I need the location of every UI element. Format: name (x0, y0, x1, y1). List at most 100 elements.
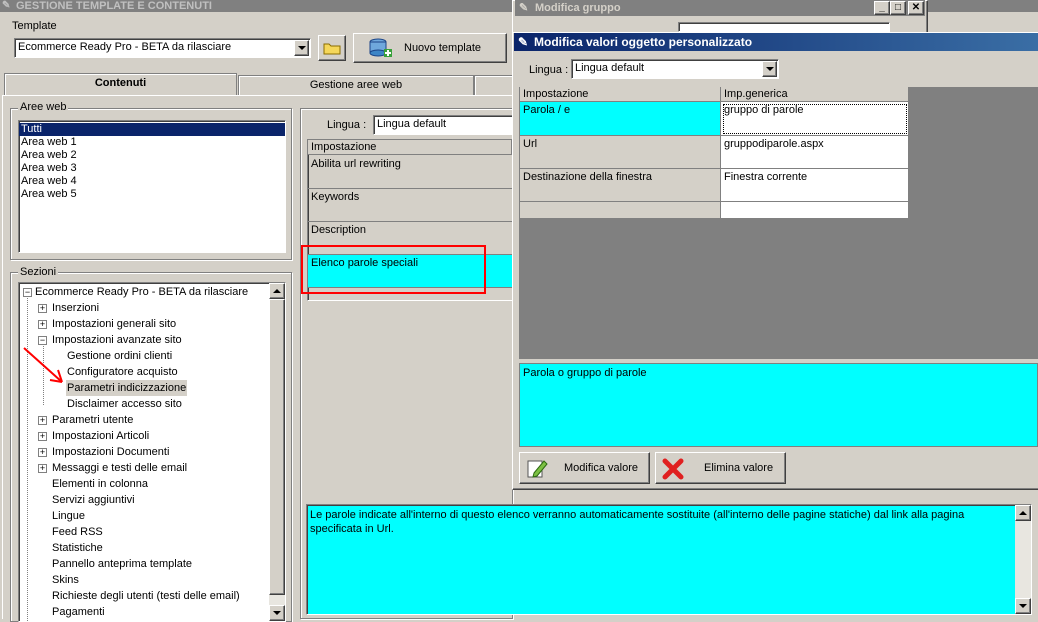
dialog-lingua-label: Lingua : (529, 64, 569, 76)
tree-item[interactable]: Configuratore acquisto (67, 364, 178, 380)
grid-cell-name[interactable]: Destinazione della finestra (520, 169, 721, 202)
tree-item[interactable]: Feed RSS (52, 524, 103, 540)
description-scrollbar[interactable] (1015, 505, 1031, 614)
open-folder-button[interactable] (318, 35, 346, 61)
grid-header: Impostazione (308, 140, 512, 155)
folder-icon (323, 43, 341, 55)
app-title: GESTIONE TEMPLATE E CONTENUTI (16, 0, 212, 12)
scroll-up-icon[interactable] (1015, 505, 1031, 521)
scroll-up-icon[interactable] (269, 283, 285, 299)
dialog-description[interactable]: Parola o gruppo di parole (519, 363, 1038, 447)
tree-item[interactable]: Pannello anteprima template (52, 556, 192, 572)
app-icon: ✎ (519, 2, 529, 14)
tree-item[interactable]: Impostazioni avanzate sito (52, 332, 182, 348)
tree-item[interactable]: Ecommerce Ready Pro - BETA da rilasciare (35, 284, 248, 300)
expand-icon[interactable]: + (38, 432, 47, 441)
tree-item[interactable]: Lingue (52, 508, 85, 524)
new-template-button[interactable]: Nuovo template (353, 33, 507, 63)
tree-item[interactable]: Parametri utente (52, 412, 133, 428)
edit-pencil-icon (527, 460, 548, 478)
expand-icon[interactable]: + (38, 416, 47, 425)
grid-row-label: Abilita url rewriting (311, 158, 401, 170)
new-template-label: Nuovo template (404, 42, 482, 54)
tab-gestione-aree-web[interactable]: Gestione aree web (238, 75, 474, 95)
list-item[interactable]: Area web 4 (19, 175, 285, 188)
tree-item-selected[interactable]: Parametri indicizzazione (66, 380, 188, 396)
delete-value-label: Elimina valore (704, 462, 774, 474)
modifica-valori-title: Modifica valori oggetto personalizzato (534, 35, 753, 49)
tree-item[interactable]: Pagamenti (52, 604, 105, 620)
dialog-lingua-select[interactable]: Lingua default (571, 59, 779, 79)
grid-cell-value[interactable]: gruppo di parole (721, 102, 909, 136)
lingua-label: Lingua : (327, 119, 367, 131)
list-item[interactable]: Area web 3 (19, 162, 285, 175)
expand-icon[interactable]: + (38, 304, 47, 313)
list-item[interactable]: Area web 1 (19, 136, 285, 149)
modifica-gruppo-title: Modifica gruppo (535, 2, 621, 14)
tree-item[interactable]: Elementi in colonna (52, 476, 148, 492)
grid-row-label: Description (311, 224, 367, 236)
dialog-description-text: Parola o gruppo di parole (523, 367, 647, 379)
tree-item[interactable]: Richieste degli utenti (testi delle emai… (52, 588, 240, 604)
tree-item[interactable]: Inserzioni (52, 300, 99, 316)
delete-x-icon (662, 458, 684, 480)
tree-item[interactable]: Impostazioni Documenti (52, 444, 169, 460)
tab-gestione-aree-web-label: Gestione aree web (309, 79, 403, 91)
chevron-down-icon[interactable] (294, 40, 309, 56)
modifica-valori-titlebar[interactable]: ✎ Modifica valori oggetto personalizzato (514, 33, 1038, 51)
list-item[interactable]: Area web 5 (19, 188, 285, 201)
tree-item[interactable]: Impostazioni Articoli (52, 428, 149, 444)
values-grid[interactable]: Impostazione Imp.generica Parola / e gru… (520, 87, 909, 219)
grid-cell-value[interactable]: Finestra corrente (721, 169, 909, 202)
description-textarea[interactable]: Le parole indicate all'interno di questo… (306, 504, 1032, 615)
tree-item[interactable]: Impostazioni generali sito (52, 316, 176, 332)
scroll-thumb[interactable] (269, 299, 285, 595)
modifica-gruppo-titlebar[interactable]: ✎ Modifica gruppo _ □ ✕ (515, 0, 925, 16)
aree-web-label: Aree web (18, 101, 69, 113)
list-item[interactable]: Area web 2 (19, 149, 285, 162)
expand-icon[interactable]: + (38, 320, 47, 329)
minimize-icon[interactable]: _ (874, 1, 890, 15)
expand-icon[interactable]: + (38, 464, 47, 473)
template-select-value: Ecommerce Ready Pro - BETA da rilasciare (18, 41, 232, 53)
grid-cell-value[interactable] (721, 202, 909, 219)
annotation-arrow-icon (23, 347, 63, 383)
grid-cell-name[interactable]: Parola / e (520, 102, 721, 136)
aree-web-list[interactable]: Tutti Area web 1 Area web 2 Area web 3 A… (18, 120, 286, 253)
sezioni-tree[interactable]: − Ecommerce Ready Pro - BETA da rilascia… (18, 282, 286, 622)
tree-item[interactable]: Disclaimer accesso sito (67, 396, 182, 412)
tab-contenuti[interactable]: Contenuti (4, 73, 237, 95)
sezioni-label: Sezioni (18, 266, 59, 278)
tree-scrollbar[interactable] (269, 283, 285, 621)
lingua-select-value: Lingua default (377, 118, 447, 130)
tab-extra[interactable] (474, 75, 514, 95)
annotation-box (301, 245, 486, 294)
modifica-gruppo-field[interactable] (678, 22, 890, 32)
delete-value-button[interactable]: Elimina valore (655, 452, 786, 484)
grid-cell-name[interactable] (520, 202, 721, 219)
edit-value-button[interactable]: Modifica valore (519, 452, 650, 484)
list-item[interactable]: Tutti (19, 123, 285, 136)
app-icon: ✎ (518, 35, 529, 49)
close-icon[interactable]: ✕ (908, 1, 924, 15)
tree-item[interactable]: Skins (52, 572, 79, 588)
grid-row-label: Keywords (311, 191, 360, 203)
collapse-icon[interactable]: − (23, 288, 32, 297)
tree-item[interactable]: Servizi aggiuntivi (52, 492, 135, 508)
template-select[interactable]: Ecommerce Ready Pro - BETA da rilasciare (14, 38, 311, 58)
expand-icon[interactable]: + (38, 448, 47, 457)
tree-item[interactable]: Messaggi e testi delle email (52, 460, 187, 476)
lingua-select[interactable]: Lingua default (373, 115, 513, 135)
grid-cell-value[interactable]: gruppodiparole.aspx (721, 136, 909, 169)
tree-item[interactable]: Statistiche (52, 540, 103, 556)
grid-cell-name[interactable]: Url (520, 136, 721, 169)
description-text: Le parole indicate all'interno di questo… (310, 509, 965, 535)
chevron-down-icon[interactable] (762, 61, 777, 77)
col-header-impostazione: Impostazione (520, 87, 721, 102)
tab-contenuti-label: Contenuti (94, 77, 147, 89)
scroll-down-icon[interactable] (1015, 598, 1031, 614)
maximize-icon[interactable]: □ (890, 1, 906, 15)
grid-row[interactable]: Abilita url rewriting (308, 156, 514, 189)
grid-row[interactable]: Keywords (308, 189, 514, 222)
tree-item[interactable]: Gestione ordini clienti (67, 348, 172, 364)
